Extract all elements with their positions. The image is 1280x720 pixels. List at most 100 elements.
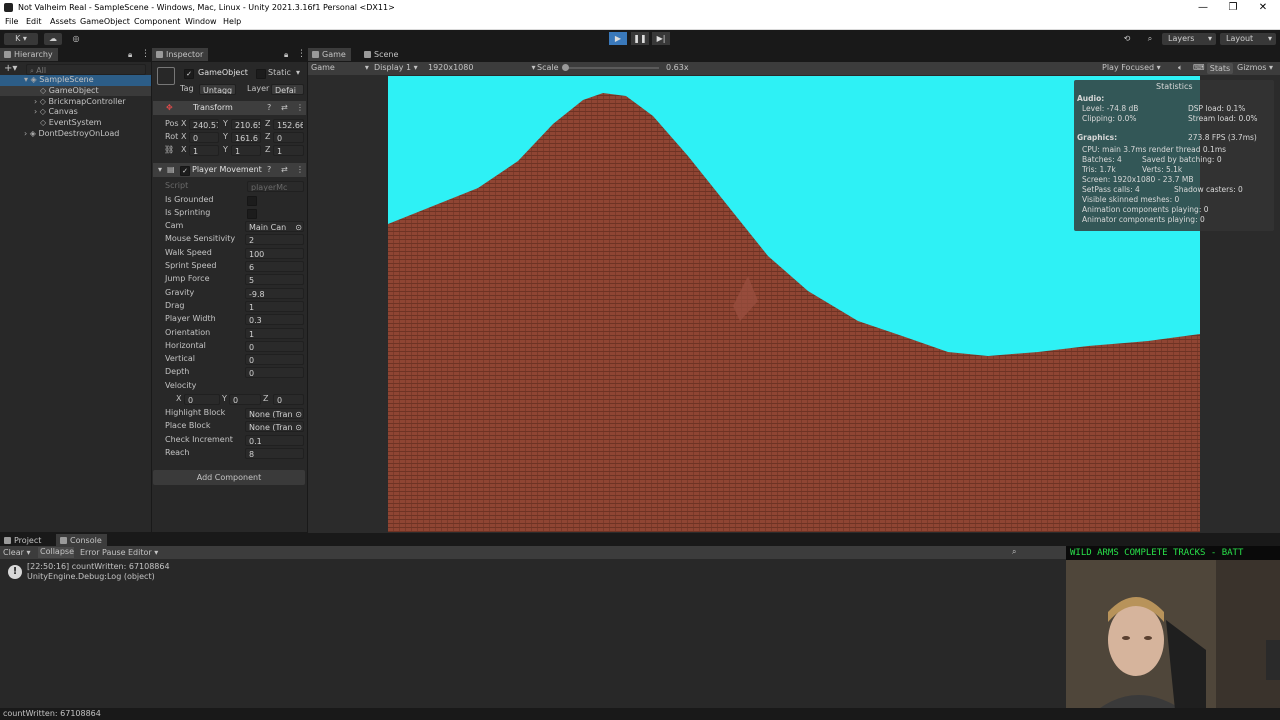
static-dropdown-icon[interactable]: ▾: [296, 67, 300, 79]
error-pause-toggle[interactable]: Error Pause: [80, 547, 126, 559]
menu-help[interactable]: Help: [223, 17, 241, 26]
active-checkbox[interactable]: ✓: [184, 69, 194, 79]
tab-scene[interactable]: Scene: [360, 48, 403, 61]
menu-gameobject[interactable]: GameObject: [80, 17, 130, 26]
inspector-lock-icon[interactable]: 🔒︎: [284, 50, 288, 60]
menu-component[interactable]: Component: [134, 17, 180, 26]
number-field[interactable]: 0.1: [245, 434, 304, 446]
layer-dropdown[interactable]: Defai: [271, 84, 304, 95]
mute-audio-icon[interactable]: 🔈︎: [1178, 62, 1183, 74]
object-name-field[interactable]: GameObject: [198, 67, 248, 79]
object-field[interactable]: Main Can ⊙: [245, 221, 304, 233]
rot-z-field[interactable]: 0: [273, 132, 304, 143]
help-icon[interactable]: ?: [267, 164, 271, 176]
static-label: Static: [268, 68, 291, 77]
hierarchy-item-label: SampleScene: [39, 75, 94, 84]
resolution-dropdown[interactable]: 1920x1080 ▾: [428, 62, 535, 74]
object-picker-icon[interactable]: ⊙: [295, 422, 302, 431]
scale-x-field[interactable]: 1: [189, 145, 219, 156]
field-value: 100: [249, 249, 265, 259]
collapse-arrow-icon[interactable]: ▾: [158, 164, 162, 176]
rot-y-field[interactable]: 161.6: [231, 132, 261, 143]
game-mode-dropdown[interactable]: Game ▾: [311, 62, 369, 74]
log-entry-line2[interactable]: UnityEngine.Debug:Log (object): [27, 571, 155, 583]
object-field[interactable]: None (Tran ⊙: [245, 421, 304, 433]
player-movement-enabled-checkbox[interactable]: ✓: [180, 166, 190, 176]
pos-x-field[interactable]: 240.57: [189, 119, 219, 130]
tab-hierarchy[interactable]: Hierarchy: [0, 48, 58, 61]
scale-y-field[interactable]: 1: [231, 145, 261, 156]
velocity-z-field[interactable]: 0: [273, 394, 304, 405]
stats-toggle[interactable]: Stats: [1207, 63, 1233, 74]
maximize-button[interactable]: ❐: [1218, 1, 1248, 14]
gizmos-dropdown[interactable]: Gizmos ▾: [1237, 62, 1273, 74]
menu-assets[interactable]: Assets: [50, 17, 76, 26]
menu-file[interactable]: File: [5, 17, 18, 26]
preset-icon[interactable]: ⇄: [281, 164, 288, 176]
step-button[interactable]: ▶|: [652, 32, 670, 45]
component-menu-icon[interactable]: ⋮: [296, 164, 304, 176]
pos-z-field[interactable]: 152.66: [273, 119, 304, 130]
help-icon[interactable]: ?: [267, 102, 271, 114]
number-field[interactable]: 2: [245, 234, 304, 246]
scale-link-icon[interactable]: ⛓: [164, 144, 174, 156]
static-checkbox[interactable]: [256, 69, 266, 79]
cloud-icon[interactable]: ☁: [44, 33, 62, 45]
number-field[interactable]: 1: [245, 327, 304, 339]
collab-icon[interactable]: ◎: [68, 33, 84, 45]
account-dropdown[interactable]: K ▾: [4, 33, 38, 45]
menu-window[interactable]: Window: [185, 17, 217, 26]
number-field[interactable]: 8: [245, 447, 304, 459]
rot-x-field[interactable]: 0: [189, 132, 219, 143]
component-menu-icon[interactable]: ⋮: [296, 102, 304, 114]
tab-game[interactable]: Game: [308, 48, 351, 61]
hierarchy-item-dontdestroyonload[interactable]: › ◈ DontDestroyOnLoad: [24, 128, 119, 140]
scale-label: Scale: [537, 63, 559, 72]
layout-dropdown[interactable]: Layout ▾: [1220, 33, 1276, 45]
velocity-x-field[interactable]: 0: [184, 394, 220, 405]
inspector-kebab-icon[interactable]: ⋮: [297, 49, 306, 59]
history-icon[interactable]: ⟲: [1118, 33, 1136, 45]
number-field[interactable]: 100: [245, 247, 304, 259]
close-button[interactable]: ✕: [1248, 1, 1278, 14]
number-field[interactable]: 0: [245, 354, 304, 366]
field-checkbox[interactable]: [247, 195, 257, 206]
object-field[interactable]: None (Tran ⊙: [245, 408, 304, 419]
pos-y-field[interactable]: 210.65: [231, 119, 261, 130]
scale-slider-thumb[interactable]: [562, 64, 569, 71]
add-component-button[interactable]: Add Component: [153, 470, 305, 485]
number-field[interactable]: 0: [245, 367, 304, 379]
preset-icon[interactable]: ⇄: [281, 102, 288, 114]
tab-inspector[interactable]: Inspector: [152, 48, 209, 61]
number-field[interactable]: 0.3: [245, 314, 304, 326]
editor-dropdown[interactable]: Editor ▾: [128, 547, 158, 559]
play-focused-dropdown[interactable]: Play Focused ▾: [1102, 62, 1161, 74]
display-dropdown[interactable]: Display 1 ▾: [374, 62, 418, 74]
number-field[interactable]: 1: [245, 300, 304, 312]
number-field[interactable]: -9.8: [245, 287, 304, 299]
number-field[interactable]: 6: [245, 261, 304, 272]
field-checkbox[interactable]: [247, 208, 257, 219]
number-field[interactable]: 0: [245, 340, 304, 352]
kebab-menu-icon[interactable]: ⋮: [141, 49, 150, 59]
layers-dropdown[interactable]: Layers ▾: [1162, 33, 1216, 45]
shortcuts-icon[interactable]: ⌨: [1193, 62, 1205, 74]
add-object-button[interactable]: +▾: [4, 63, 17, 74]
clear-button[interactable]: Clear ▾: [3, 547, 30, 559]
pause-button[interactable]: ❚❚: [631, 32, 649, 45]
object-picker-icon[interactable]: ⊙: [295, 409, 302, 418]
number-field[interactable]: 5: [245, 274, 304, 286]
scale-z-field[interactable]: 1: [273, 145, 304, 156]
console-search-icon[interactable]: ⌕: [1012, 546, 1016, 558]
menu-edit[interactable]: Edit: [26, 17, 42, 26]
lock-icon[interactable]: 🔒︎: [128, 50, 132, 60]
velocity-y-field[interactable]: 0: [229, 394, 261, 405]
stats-clipping: Clipping: 0.0%: [1082, 114, 1137, 123]
scale-slider[interactable]: [564, 67, 659, 69]
collapse-toggle[interactable]: Collapse: [38, 547, 74, 558]
play-button[interactable]: ▶: [609, 32, 627, 45]
tag-dropdown[interactable]: Untagg: [199, 84, 236, 95]
object-picker-icon[interactable]: ⊙: [295, 222, 302, 231]
minimize-button[interactable]: —: [1188, 1, 1218, 14]
search-icon[interactable]: ⌕: [1141, 33, 1159, 45]
